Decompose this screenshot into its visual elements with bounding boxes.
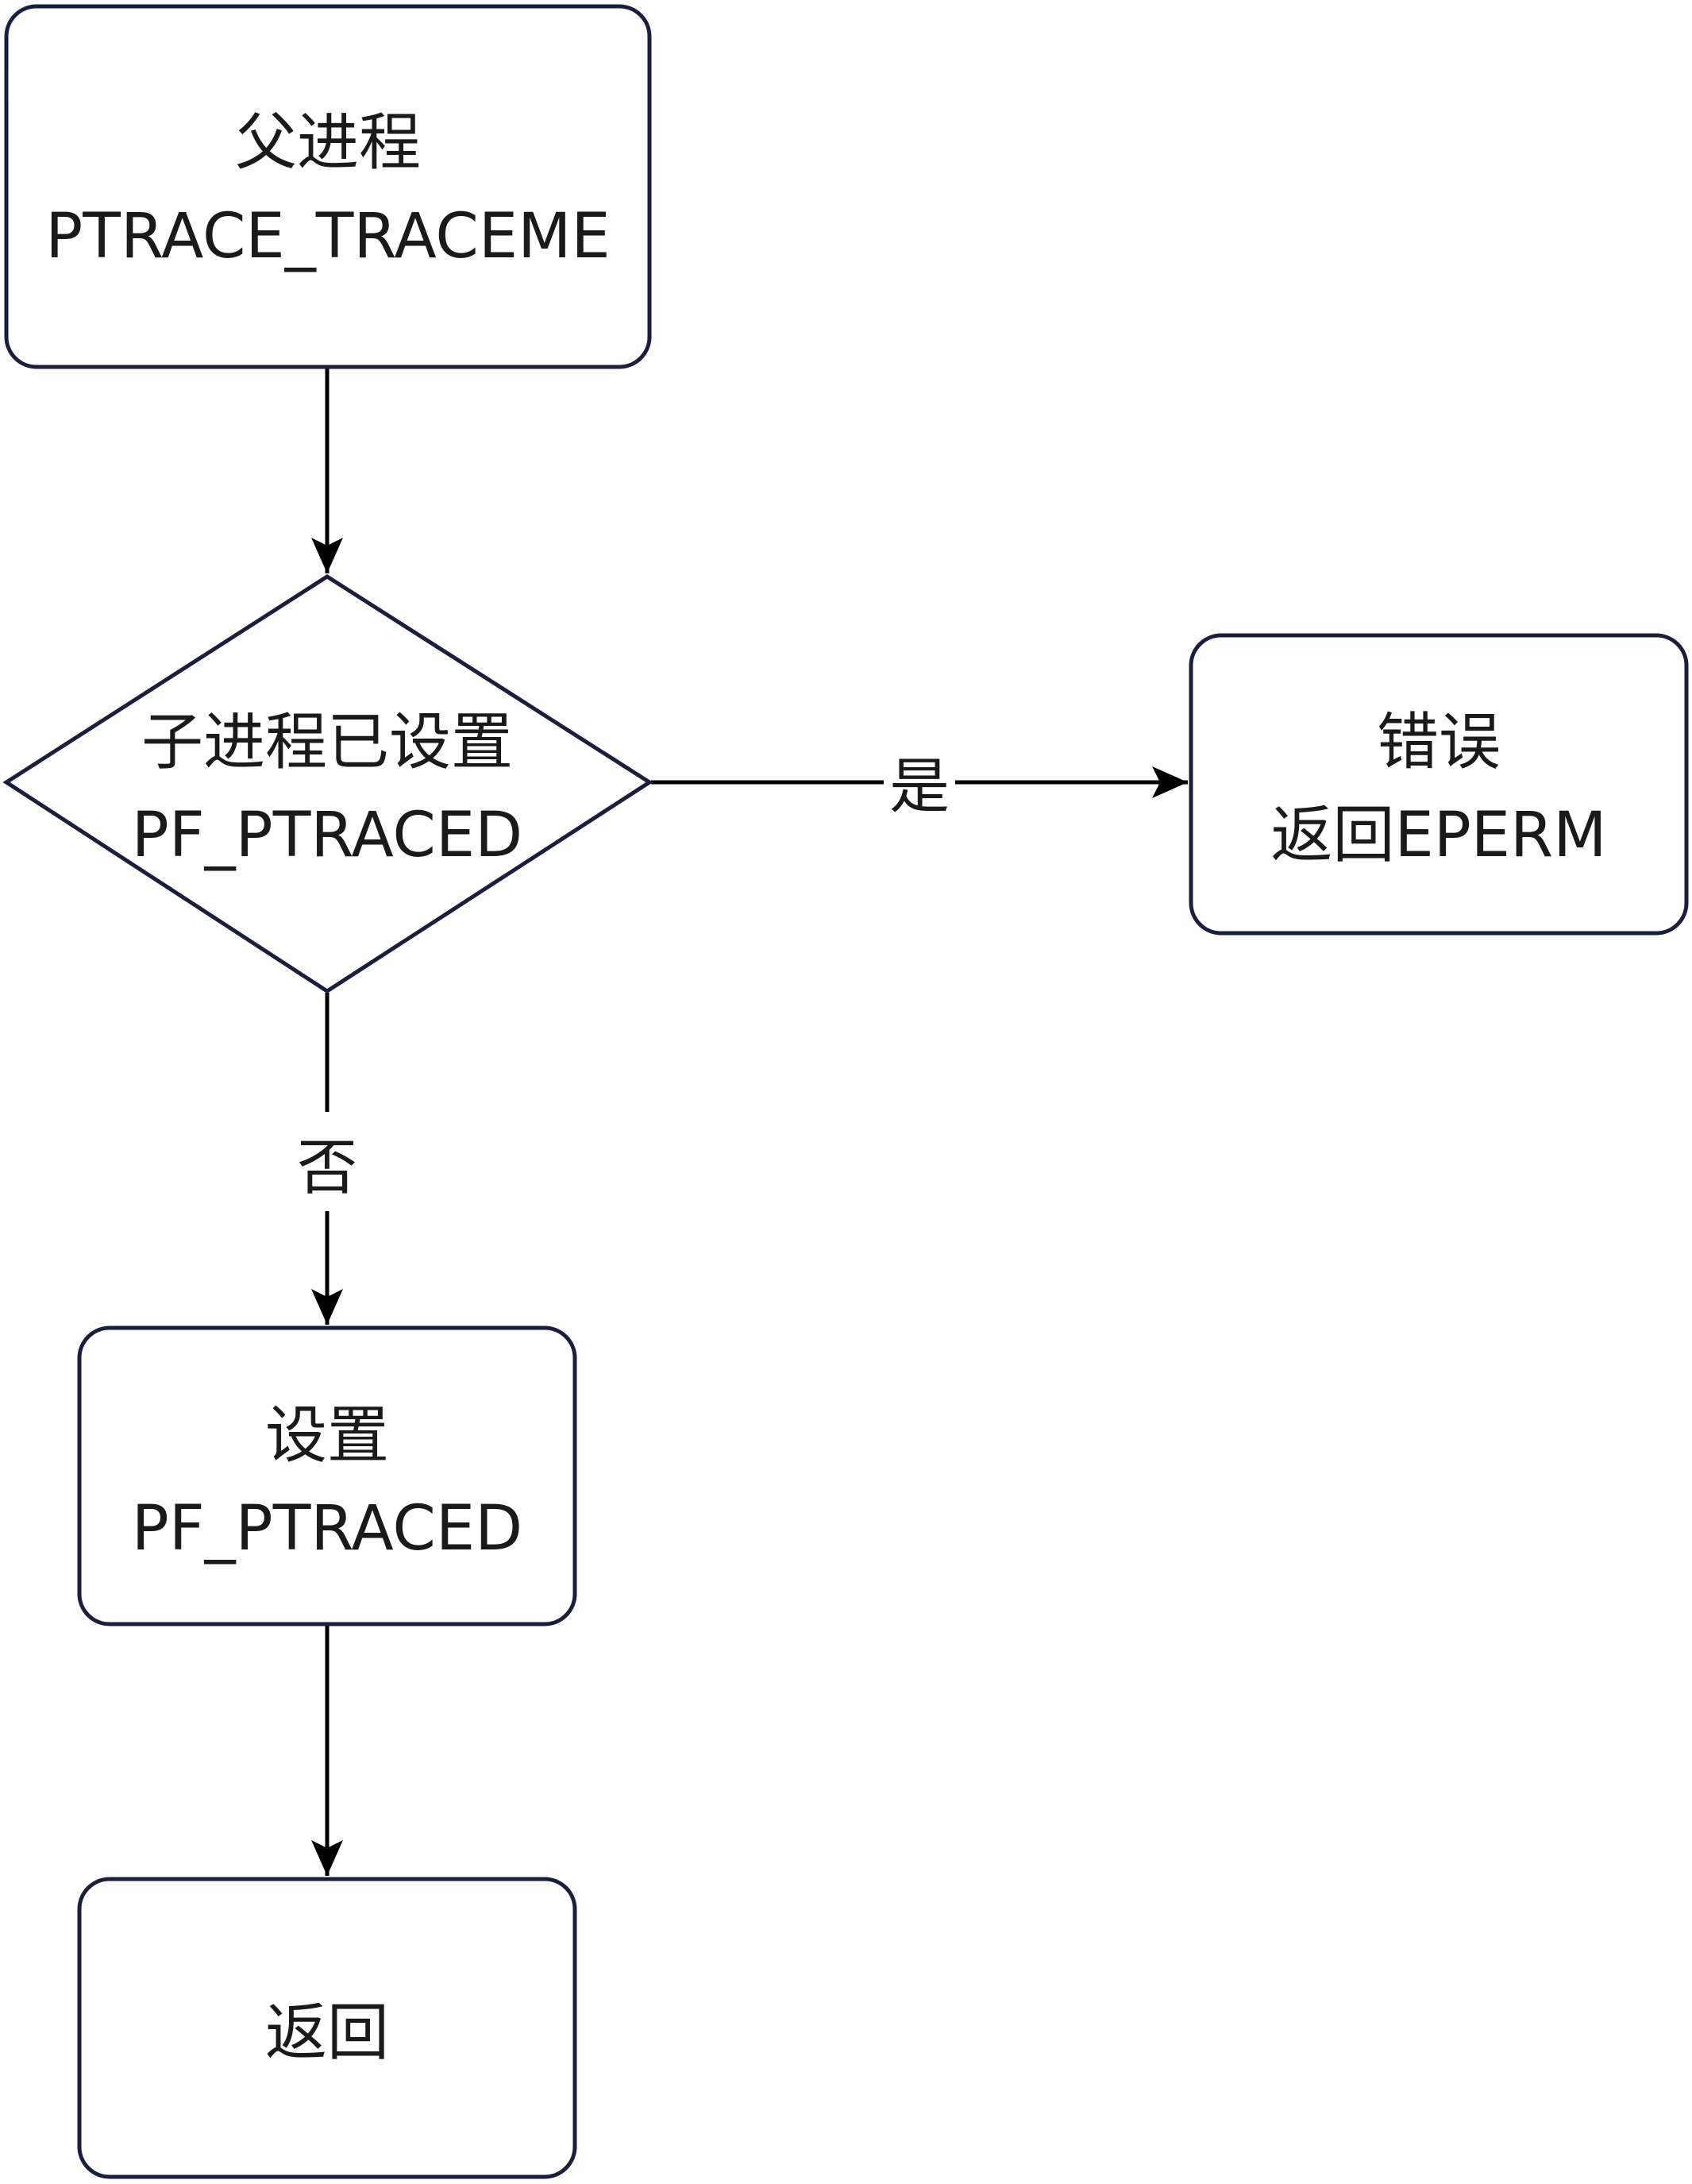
node-check-line1: 子进程已设置 — [141, 707, 513, 778]
node-end: 返回 — [77, 1877, 577, 2179]
node-set-line2: PF_PTRACED — [132, 1493, 522, 1565]
node-check-decision: 子进程已设置 PF_PTRACED — [2, 574, 653, 994]
node-set-line1: 设置 — [265, 1400, 389, 1472]
node-check-line2: PF_PTRACED — [132, 800, 522, 871]
node-error: 错误 返回EPERM — [1189, 633, 1689, 936]
node-set: 设置 PF_PTRACED — [77, 1325, 577, 1626]
flowchart: 是 否 父进程 PTRACE_TRACEME 子进程已设置 PF_PTRACED… — [2, 4, 1689, 2179]
edge-label-yes: 是 — [889, 751, 950, 822]
edge-label-no: 否 — [297, 1133, 357, 1203]
node-error-line1: 错误 — [1377, 707, 1501, 778]
node-start: 父进程 PTRACE_TRACEME — [4, 4, 652, 369]
node-end-line1: 返回 — [265, 1997, 389, 2069]
node-start-line2: PTRACE_TRACEME — [45, 201, 610, 272]
node-error-line2: 返回EPERM — [1270, 800, 1606, 871]
node-start-line1: 父进程 — [235, 107, 421, 179]
